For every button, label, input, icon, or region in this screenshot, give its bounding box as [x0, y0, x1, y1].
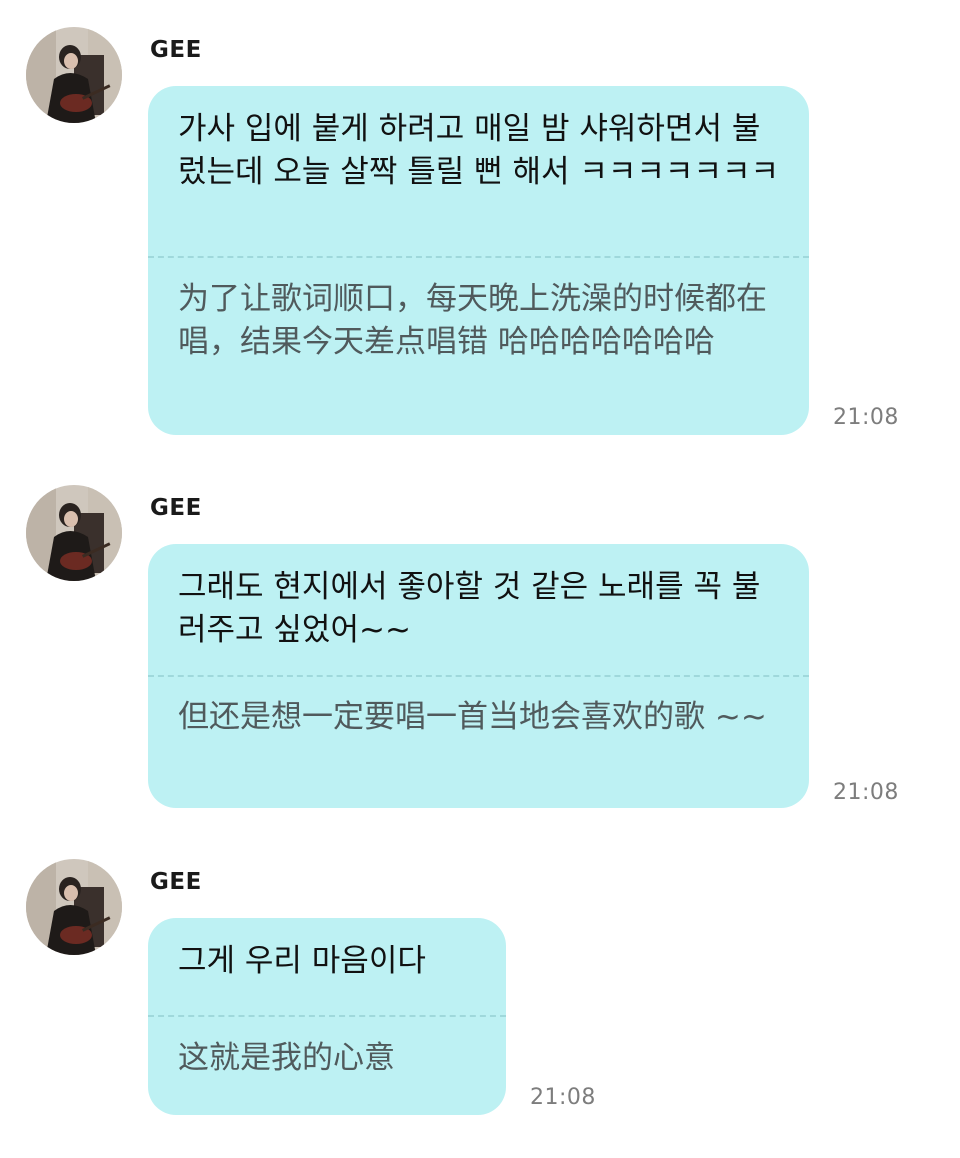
- translation-divider: [148, 1015, 506, 1017]
- message-text-translation: 但还是想一定要唱一首当地会喜欢的歌 ~~: [178, 699, 767, 735]
- translation-divider: [148, 256, 809, 258]
- sender-name: GEE: [150, 495, 202, 521]
- message-text-korean: 그래도 현지에서 좋아할 것 같은 노래를 꼭 불러주고 싶었어~~: [178, 569, 761, 648]
- avatar-photo-icon: [26, 485, 122, 581]
- avatar-photo-icon: [26, 27, 122, 123]
- message-text-korean: 그게 우리 마음이다: [178, 943, 426, 979]
- sender-name: GEE: [150, 37, 202, 63]
- chat-message: GEE 그게 우리 마음이다 这就是我的心意 21:08: [0, 835, 960, 1135]
- message-text-translation: 为了让歌词顺口，每天晚上洗澡的时候都在唱，结果今天差点唱错 哈哈哈哈哈哈哈: [178, 281, 767, 360]
- message-bubble[interactable]: 그게 우리 마음이다 这就是我的心意: [148, 918, 506, 1115]
- message-timestamp: 21:08: [833, 405, 899, 430]
- avatar[interactable]: [26, 485, 122, 581]
- message-text-korean: 가사 입에 붙게 하려고 매일 밤 샤워하면서 불렀는데 오늘 살짝 틀릴 뻔 …: [178, 111, 780, 190]
- message-text-translation: 这就是我的心意: [178, 1040, 395, 1076]
- translation-divider: [148, 675, 809, 677]
- message-timestamp: 21:08: [530, 1085, 596, 1110]
- message-bubble[interactable]: 그래도 현지에서 좋아할 것 같은 노래를 꼭 불러주고 싶었어~~ 但还是想一…: [148, 544, 809, 808]
- message-timestamp: 21:08: [833, 780, 899, 805]
- avatar[interactable]: [26, 859, 122, 955]
- avatar-photo-icon: [26, 859, 122, 955]
- chat-message: GEE 그래도 현지에서 좋아할 것 같은 노래를 꼭 불러주고 싶었어~~ 但…: [0, 460, 960, 830]
- chat-message: GEE 가사 입에 붙게 하려고 매일 밤 샤워하면서 불렀는데 오늘 살짝 틀…: [0, 0, 960, 450]
- message-bubble[interactable]: 가사 입에 붙게 하려고 매일 밤 샤워하면서 불렀는데 오늘 살짝 틀릴 뻔 …: [148, 86, 809, 435]
- avatar[interactable]: [26, 27, 122, 123]
- sender-name: GEE: [150, 869, 202, 895]
